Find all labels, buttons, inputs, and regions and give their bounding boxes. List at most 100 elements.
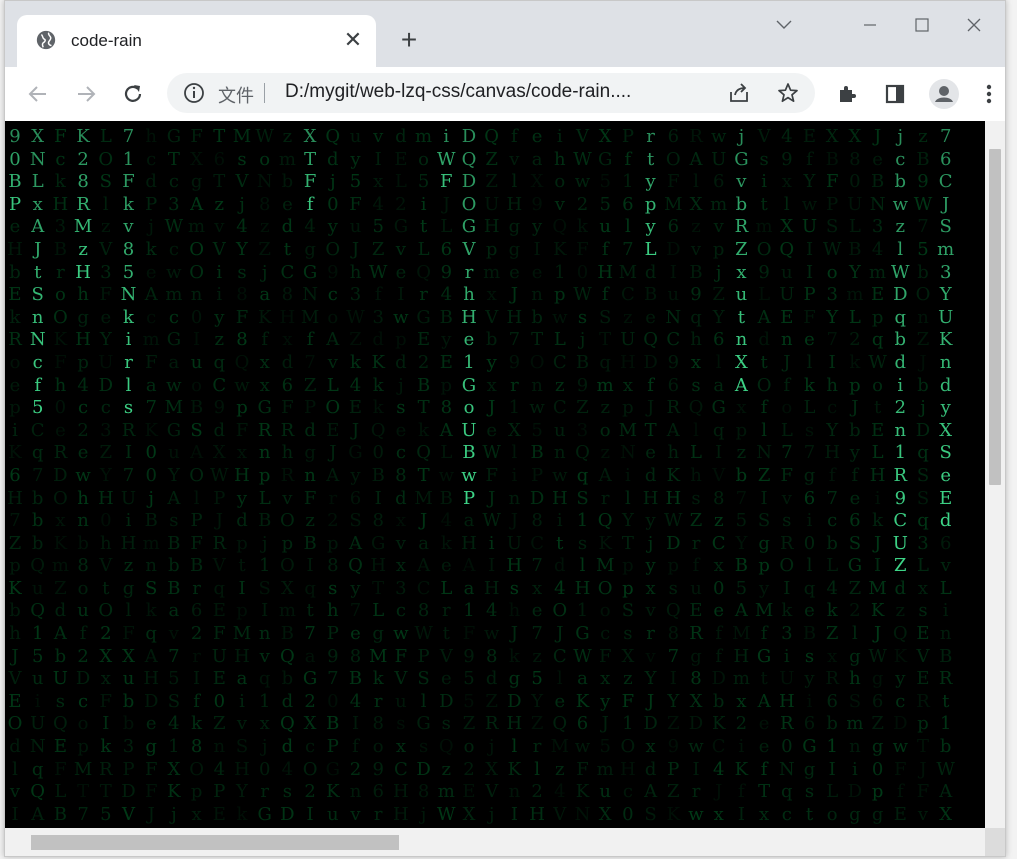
rain-trail-glyph: B — [439, 306, 453, 328]
rain-trail-glyph: a — [463, 510, 475, 532]
rain-trail-glyph: x — [395, 510, 406, 532]
rain-trail-glyph: z — [600, 397, 610, 419]
rain-trail-glyph: 8 — [236, 329, 248, 351]
extensions-icon[interactable] — [830, 77, 864, 111]
rain-trail-glyph: Q — [892, 623, 908, 645]
rain-trail-glyph: J — [873, 623, 882, 645]
rain-glyph: G — [734, 148, 749, 170]
rain-trail-glyph: 2 — [304, 781, 316, 803]
rain-trail-glyph: E — [871, 419, 885, 441]
rain-trail-glyph: R — [257, 419, 272, 441]
rain-glyph: w — [892, 193, 908, 215]
rain-trail-glyph: G — [257, 397, 272, 419]
horizontal-scroll-thumb[interactable] — [31, 835, 399, 850]
rain-trail-glyph: d — [145, 171, 157, 193]
rain-trail-glyph: Z — [349, 329, 362, 351]
rain-glyph: 5 — [122, 261, 135, 283]
rain-trail-glyph: Q — [597, 510, 613, 532]
rain-glyph: y — [940, 397, 951, 419]
rain-trail-glyph: 8 — [417, 781, 430, 803]
forward-icon[interactable] — [69, 77, 103, 111]
rain-trail-glyph: R — [99, 758, 113, 780]
rain-trail-glyph: C — [280, 261, 295, 283]
rain-trail-glyph: T — [99, 781, 112, 803]
rain-trail-glyph: 5 — [531, 668, 543, 690]
close-icon[interactable] — [951, 9, 997, 41]
rain-trail-glyph: H — [733, 645, 750, 667]
rain-glyph: K — [938, 329, 953, 351]
rain-trail-glyph: 6 — [667, 216, 680, 238]
rain-trail-glyph: M — [618, 261, 638, 283]
rain-trail-glyph: Z — [485, 171, 498, 193]
rain-trail-glyph: B — [189, 555, 204, 577]
back-icon[interactable] — [21, 77, 55, 111]
rain-trail-glyph: X — [485, 758, 499, 780]
rain-trail-glyph: 9 — [758, 261, 770, 283]
rain-trail-glyph: C — [666, 329, 681, 351]
horizontal-scrollbar[interactable] — [5, 828, 985, 856]
new-tab-button[interactable]: + — [392, 23, 426, 57]
rain-glyph: u — [735, 284, 748, 306]
rain-glyph: o — [463, 397, 475, 419]
omnibox-divider — [264, 83, 265, 103]
rain-trail-glyph: 8 — [395, 464, 407, 486]
rain-trail-glyph: O — [98, 148, 114, 170]
rain-trail-glyph: b — [54, 645, 67, 667]
rain-trail-glyph: Q — [325, 126, 341, 147]
rain-trail-glyph: W — [210, 464, 229, 486]
url-text[interactable]: D:/mygit/web-lzq-css/canvas/code-rain...… — [285, 81, 631, 103]
side-panel-icon[interactable] — [878, 77, 912, 111]
rain-trail-glyph: G — [166, 419, 182, 441]
rain-trail-glyph: i — [488, 532, 495, 554]
rain-trail-glyph: e — [145, 713, 157, 735]
rain-trail-glyph: G — [575, 623, 590, 645]
chevron-down-icon[interactable] — [761, 9, 807, 41]
vertical-scroll-thumb[interactable] — [989, 149, 1001, 485]
rain-trail-glyph: Z — [213, 713, 226, 735]
rain-trail-glyph: g — [372, 623, 384, 645]
rain-trail-glyph: b — [31, 510, 44, 532]
rain-trail-glyph: H — [393, 781, 409, 803]
rain-trail-glyph: l — [511, 442, 518, 464]
rain-column: XTFf4gGNMf7ZPdgnFzBIqt7aG2XcO2IV — [300, 126, 320, 828]
tab-close-button[interactable]: ✕ — [340, 27, 366, 53]
rain-trail-glyph: r — [600, 487, 610, 509]
rain-trail-glyph: 3 — [100, 261, 112, 283]
rain-column: RAlXzvB9qhxsQlLhsZrfuERg8XDwIrw2 — [686, 126, 706, 828]
info-icon[interactable] — [183, 82, 205, 104]
tab-code-rain[interactable]: code-rain ✕ — [17, 15, 376, 67]
rain-trail-glyph: e — [100, 306, 112, 328]
menu-icon[interactable] — [975, 77, 1003, 111]
rain-trail-glyph: P — [667, 758, 680, 780]
address-bar[interactable]: 文件 D:/mygit/web-lzq-css/canvas/code-rain… — [167, 73, 815, 113]
rain-trail-glyph: e — [486, 419, 498, 441]
rain-column: zmbedtC8Hxd6FRhRvOpOXmBQbdQd4sDq — [277, 126, 297, 828]
rain-trail-glyph: W — [482, 442, 501, 464]
rain-trail-glyph: J — [488, 487, 496, 509]
rain-trail-glyph: P — [621, 126, 634, 147]
star-icon[interactable] — [776, 81, 800, 105]
rain-trail-glyph: t — [942, 690, 950, 712]
profile-icon[interactable] — [927, 77, 961, 111]
rain-trail-glyph: 9 — [327, 261, 339, 283]
rain-trail-glyph: x — [600, 668, 611, 690]
rain-trail-glyph: H — [574, 577, 591, 599]
rain-trail-glyph: Y — [803, 171, 816, 193]
rain-glyph: L — [31, 171, 44, 193]
minimize-icon[interactable] — [847, 9, 893, 41]
rain-trail-glyph: Q — [438, 736, 454, 758]
rain-trail-glyph: K — [666, 464, 681, 486]
rain-trail-glyph: M — [300, 306, 320, 328]
rain-trail-glyph: J — [851, 397, 859, 419]
rain-trail-glyph: s — [418, 736, 429, 758]
rain-trail-glyph: E — [8, 284, 22, 306]
share-icon[interactable] — [727, 81, 751, 105]
rain-column: iWFJL694ByEp8ALwB4keLrtVeDsQzmWX — [436, 126, 456, 828]
maximize-icon[interactable] — [899, 9, 945, 41]
rain-trail-glyph: i — [34, 690, 41, 712]
reload-icon[interactable] — [116, 77, 150, 111]
vertical-scrollbar[interactable] — [985, 121, 1005, 828]
rain-trail-glyph: j — [579, 329, 586, 351]
rain-trail-glyph: E — [212, 600, 226, 622]
rain-trail-glyph: 1 — [168, 736, 180, 758]
